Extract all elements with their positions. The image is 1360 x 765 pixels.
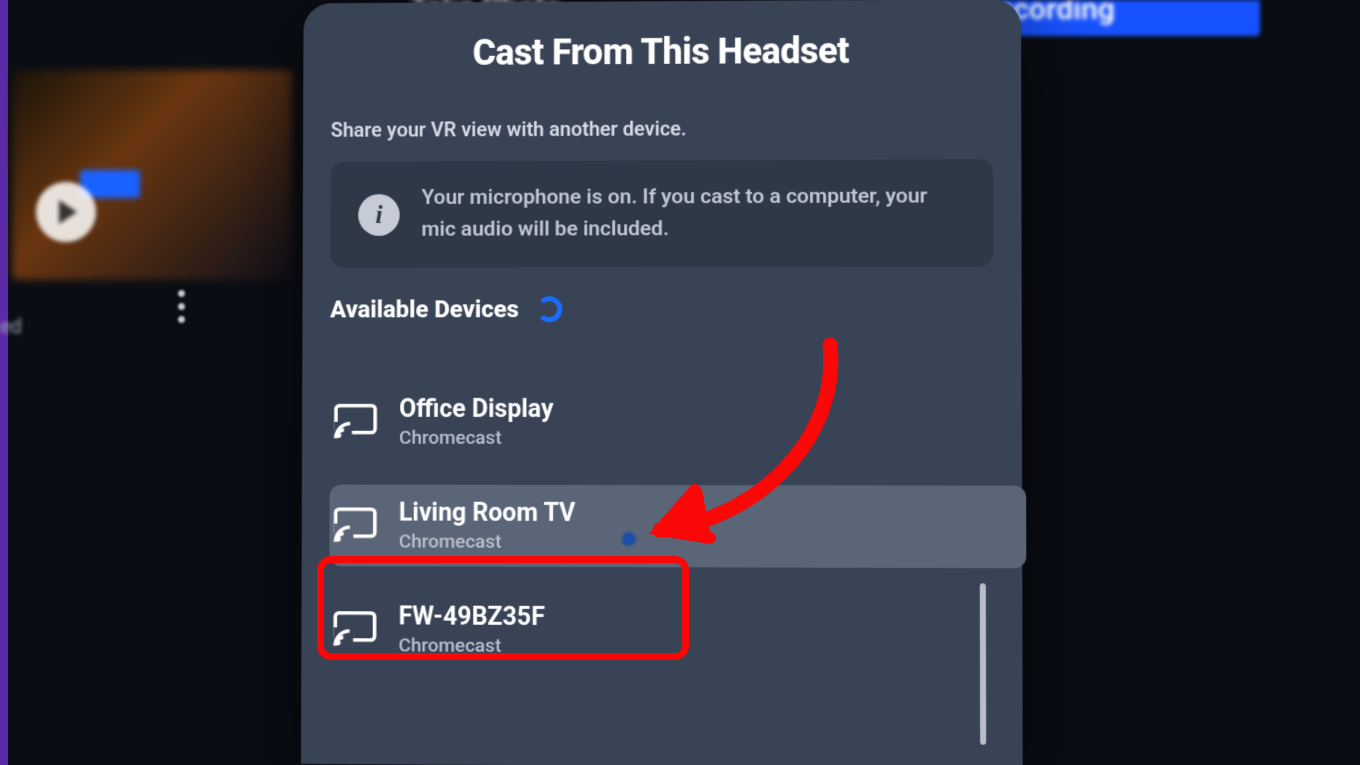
device-name: Living Room TV	[399, 499, 576, 528]
selection-dot-icon	[622, 532, 636, 546]
mic-info-banner: i Your microphone is on. If you cast to …	[330, 159, 993, 267]
kebab-menu-icon[interactable]	[178, 290, 185, 323]
dialog-title: Cast From This Headset	[331, 29, 993, 74]
scrollbar[interactable]	[980, 583, 986, 745]
device-list: Office Display Chromecast Living Room TV…	[301, 381, 1022, 673]
device-type: Chromecast	[399, 530, 576, 553]
cast-icon	[333, 611, 377, 647]
dialog-subtitle: Share your VR view with another device.	[331, 115, 993, 142]
device-name: FW-49BZ35F	[399, 602, 545, 632]
cast-icon	[333, 507, 377, 543]
device-name: Office Display	[399, 395, 553, 424]
device-item-fw49bz35f[interactable]: FW-49BZ35F Chromecast	[329, 588, 1022, 673]
mic-info-text: Your microphone is on. If you cast to a …	[421, 181, 965, 245]
device-item-living-room-tv[interactable]: Living Room TV Chromecast	[329, 485, 1026, 569]
available-devices-label: Available Devices	[330, 295, 519, 323]
device-type: Chromecast	[399, 426, 554, 449]
bg-purple-strip	[0, 0, 8, 765]
cast-icon	[334, 404, 378, 440]
device-type: Chromecast	[399, 633, 545, 657]
available-devices-header: Available Devices	[330, 295, 993, 324]
device-item-office-display[interactable]: Office Display Chromecast	[330, 381, 1022, 464]
cast-dialog: Cast From This Headset Share your VR vie…	[301, 0, 1023, 765]
bg-play-button[interactable]	[36, 182, 96, 242]
bg-video-thumbnail	[12, 70, 292, 280]
bg-caption-fragment: ed	[0, 314, 22, 338]
loading-spinner-icon	[537, 296, 563, 322]
info-icon: i	[358, 194, 400, 236]
